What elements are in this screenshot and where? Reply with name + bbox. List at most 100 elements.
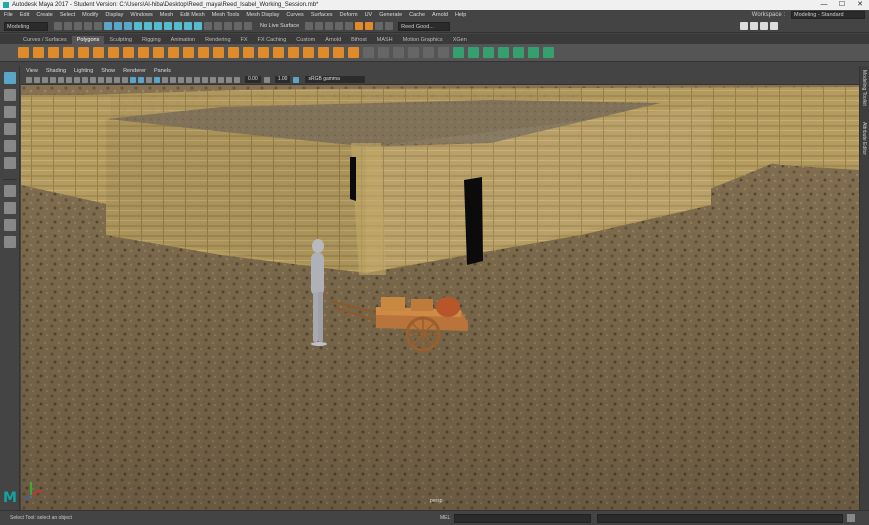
poly-sphere-icon[interactable] (18, 47, 29, 58)
shelf-tab-sculpting[interactable]: Sculpting (104, 36, 137, 44)
snap-view-plane-icon[interactable] (234, 22, 242, 30)
save-scene-icon[interactable] (74, 22, 82, 30)
close-button[interactable]: ✕ (851, 0, 869, 10)
automatic-mapping-icon[interactable] (468, 47, 479, 58)
shelf-tab-curves-surfaces[interactable]: Curves / Surfaces (18, 36, 72, 44)
safe-action-icon[interactable] (114, 76, 120, 83)
open-scene-icon[interactable] (64, 22, 72, 30)
multi-cut-icon[interactable] (303, 47, 314, 58)
planar-mapping-icon[interactable] (453, 47, 464, 58)
workspace-dropdown[interactable]: Modeling - Standard (791, 11, 865, 19)
shadows-icon[interactable] (170, 76, 176, 83)
offset-edge-loop-icon[interactable] (438, 47, 449, 58)
menu-file[interactable]: File (4, 12, 13, 18)
poly-cylinder-icon[interactable] (48, 47, 59, 58)
mask-joints-icon[interactable] (144, 22, 152, 30)
poly-disc-icon[interactable] (108, 47, 119, 58)
poly-cube-icon[interactable] (33, 47, 44, 58)
render-view-icon[interactable] (315, 22, 324, 30)
resolution-gate-icon[interactable] (90, 76, 96, 83)
panel-menu-panels[interactable]: Panels (154, 68, 171, 74)
textured-icon[interactable] (154, 76, 160, 83)
shelf-tab-fx-caching[interactable]: FX Caching (253, 36, 292, 44)
perspective-viewport[interactable]: persp (21, 85, 859, 510)
menu-set-dropdown[interactable]: Modeling (4, 21, 48, 31)
wireframe-icon[interactable] (130, 76, 136, 83)
render-settings-icon[interactable] (345, 22, 354, 30)
menu-edit-mesh[interactable]: Edit Mesh (180, 12, 204, 18)
gamma-field[interactable]: 1.00 (274, 76, 291, 83)
shelf-tab-rendering[interactable]: Rendering (200, 36, 235, 44)
uv-editor-icon[interactable] (528, 47, 539, 58)
menu-generate[interactable]: Generate (379, 12, 402, 18)
ipr-render-icon[interactable] (335, 22, 344, 30)
bookmark-icon[interactable] (42, 76, 48, 83)
single-perspective-layout-icon[interactable] (3, 185, 16, 197)
rotate-tool-icon[interactable] (3, 140, 16, 152)
panel-menu-shading[interactable]: Shading (46, 68, 66, 74)
four-view-layout-icon[interactable] (3, 202, 16, 214)
menu-deform[interactable]: Deform (340, 12, 358, 18)
target-weld-icon[interactable] (318, 47, 329, 58)
default-material-icon[interactable] (146, 76, 152, 83)
gamma-icon[interactable] (263, 76, 270, 83)
gate-mask-icon[interactable] (98, 76, 104, 83)
select-hierarchy-icon[interactable] (104, 22, 112, 30)
camera-attributes-icon[interactable] (34, 76, 40, 83)
2d-pan-zoom-icon[interactable] (58, 76, 64, 83)
select-object-icon[interactable] (114, 22, 122, 30)
menu-windows[interactable]: Windows (130, 12, 152, 18)
outliner-layout-icon[interactable] (3, 236, 16, 248)
slide-edge-icon[interactable] (423, 47, 434, 58)
bridge-icon[interactable] (273, 47, 284, 58)
mask-rendering-icon[interactable] (194, 22, 202, 30)
snap-grid-icon[interactable] (204, 22, 212, 30)
menu-create[interactable]: Create (36, 12, 53, 18)
command-line-input[interactable] (454, 513, 592, 523)
menu-arnold[interactable]: Arnold (432, 12, 448, 18)
menu-surfaces[interactable]: Surfaces (311, 12, 333, 18)
modeling-toolkit-icon[interactable] (740, 22, 749, 30)
poly-svg-icon[interactable] (168, 47, 179, 58)
select-tool-icon[interactable] (3, 72, 16, 84)
render-layer-dropdown[interactable]: Reed Good... (398, 21, 451, 31)
modeling-toolkit-tab[interactable]: Modeling Toolkit (861, 70, 867, 106)
panel-menu-view[interactable]: View (26, 68, 38, 74)
poly-text-icon[interactable] (153, 47, 164, 58)
fill-hole-icon[interactable] (363, 47, 374, 58)
menu-select[interactable]: Select (60, 12, 75, 18)
channel-box-icon[interactable] (770, 22, 779, 30)
script-language-label[interactable]: MEL (440, 515, 450, 521)
render-current-icon[interactable] (325, 22, 334, 30)
persp-outliner-layout-icon[interactable] (3, 219, 16, 231)
minimize-button[interactable]: — (815, 0, 833, 10)
camera-based-mapping-icon[interactable] (483, 47, 494, 58)
select-camera-icon[interactable] (26, 76, 32, 83)
attribute-editor-tab[interactable]: Attribute Editor (861, 122, 867, 155)
xray-joints-icon[interactable] (226, 76, 232, 83)
spherical-mapping-icon[interactable] (513, 47, 524, 58)
shelf-tab-fx[interactable]: FX (236, 36, 253, 44)
quad-draw-icon[interactable] (348, 47, 359, 58)
light-editor-icon[interactable] (375, 22, 384, 30)
shelf-tab-bifrost[interactable]: Bifrost (346, 36, 372, 44)
maximize-button[interactable]: ☐ (833, 0, 851, 10)
shelf-tab-xgen[interactable]: XGen (448, 36, 472, 44)
render-setup-icon[interactable] (365, 22, 374, 30)
poly-pipe-icon[interactable] (138, 47, 149, 58)
anti-aliasing-icon[interactable] (194, 76, 200, 83)
insert-edge-loop-icon[interactable] (333, 47, 344, 58)
menu-curves[interactable]: Curves (286, 12, 303, 18)
undo-icon[interactable] (84, 22, 92, 30)
xray-icon[interactable] (218, 76, 224, 83)
paint-select-tool-icon[interactable] (3, 106, 16, 118)
tool-settings-icon[interactable] (760, 22, 769, 30)
collapse-icon[interactable] (408, 47, 419, 58)
script-editor-icon[interactable] (847, 514, 856, 522)
poly-cone-icon[interactable] (63, 47, 74, 58)
smooth-icon[interactable] (213, 47, 224, 58)
bevel-icon[interactable] (258, 47, 269, 58)
cut-uv-icon[interactable] (543, 47, 554, 58)
move-tool-icon[interactable] (3, 123, 16, 135)
mirror-icon[interactable] (243, 47, 254, 58)
